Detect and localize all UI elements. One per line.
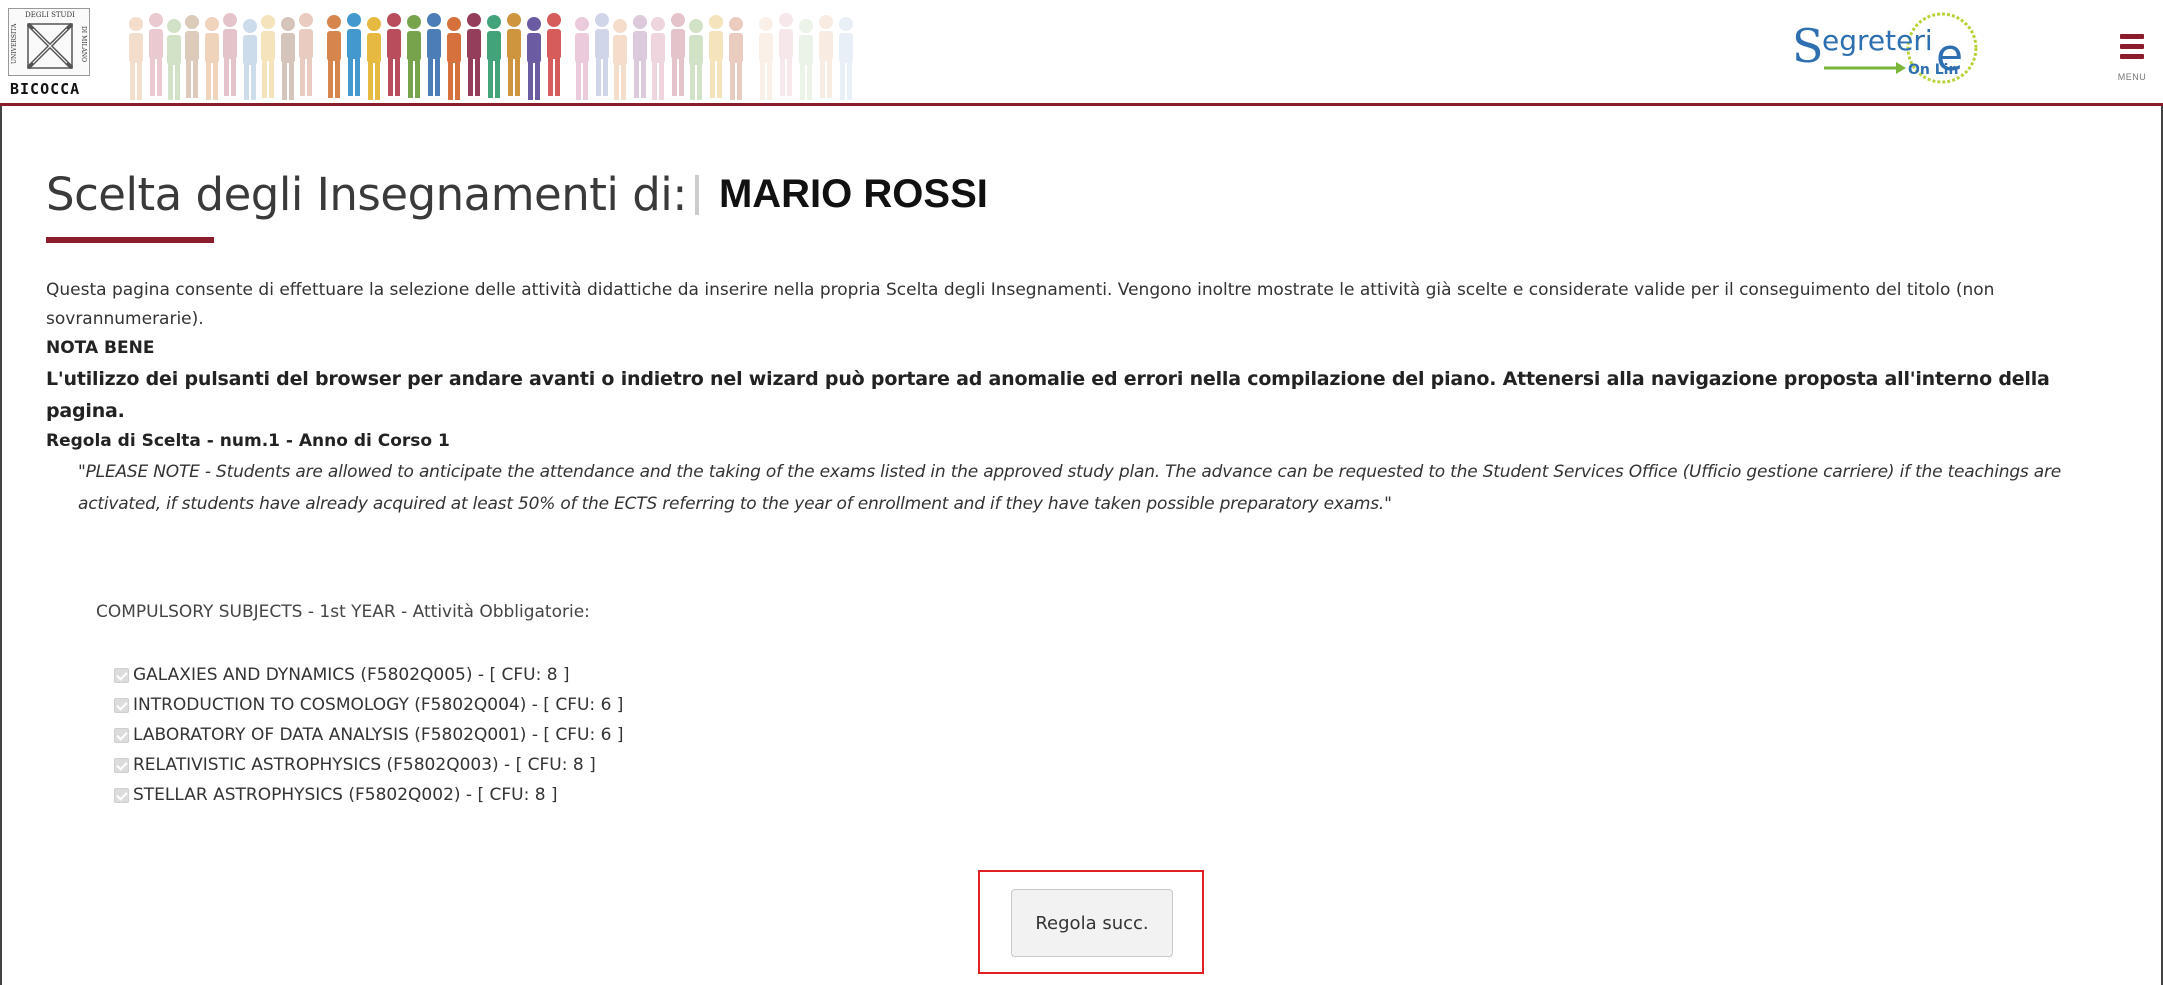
nota-bene-label: NOTA BENE [46, 338, 155, 358]
svg-text:S: S [1792, 19, 1824, 73]
course-label: INTRODUCTION TO COSMOLOGY (F5802Q004) - … [133, 695, 624, 715]
course-checkbox[interactable] [114, 757, 129, 773]
course-label: RELATIVISTIC ASTROPHYSICS (F5802Q003) - … [133, 755, 596, 775]
university-logo[interactable]: DEGLI STUDI UNIVERSITÀ DI MILANO BICOCCA [8, 8, 90, 100]
list-item: RELATIVISTIC ASTROPHYSICS (F5802Q003) - … [114, 750, 623, 780]
hamburger-icon [2120, 34, 2144, 39]
logo-emblem: DEGLI STUDI UNIVERSITÀ DI MILANO [8, 8, 90, 76]
crowd-banner-icon [129, 13, 853, 100]
rule-note: "PLEASE NOTE - Students are allowed to a… [78, 462, 2062, 514]
course-checkbox[interactable] [114, 727, 129, 743]
svg-text:egreteri: egreteri [1822, 24, 1933, 57]
nota-bene-text: L'utilizzo dei pulsanti del browser per … [46, 368, 2050, 422]
list-item: LABORATORY OF DATA ANALYSIS (F5802Q001) … [114, 720, 623, 750]
page-description: Questa pagina consente di effettuare la … [46, 276, 2126, 520]
list-item: STELLAR ASTROPHYSICS (F5802Q002) - [ CFU… [114, 780, 623, 810]
name-bracket-divider [694, 174, 699, 215]
course-label: STELLAR ASTROPHYSICS (F5802Q002) - [ CFU… [133, 785, 558, 805]
course-group-title: COMPULSORY SUBJECTS - 1st YEAR - Attivit… [96, 602, 590, 622]
logo-cross-icon [27, 23, 73, 69]
title-underline [46, 237, 214, 243]
course-checkbox[interactable] [114, 667, 129, 683]
course-checkbox[interactable] [114, 697, 129, 713]
hamburger-icon-middle [2120, 44, 2144, 49]
logo-top-text: DEGLI STUDI [25, 11, 75, 19]
logo-right-text: DI MILANO [80, 25, 87, 63]
logo-wordmark: BICOCCA [10, 80, 81, 98]
course-list: GALAXIES AND DYNAMICS (F5802Q005) - [ CF… [114, 660, 623, 810]
svg-text:On Lin: On Lin [1908, 62, 1958, 78]
page-title: Scelta degli Insegnamenti di: MARIO ROSSI [46, 168, 988, 238]
header-bar: DEGLI STUDI UNIVERSITÀ DI MILANO BICOCCA [0, 0, 2163, 106]
logo-left-text: UNIVERSITÀ [11, 23, 18, 65]
menu-label: MENU [2117, 72, 2147, 82]
student-name: MARIO ROSSI [718, 172, 988, 216]
page-title-text: Scelta degli Insegnamenti di: [46, 168, 687, 221]
course-label: GALAXIES AND DYNAMICS (F5802Q005) - [ CF… [133, 665, 570, 685]
rule-title: Regola di Scelta - num.1 - Anno di Corso… [46, 431, 450, 451]
hamburger-icon-bottom [2120, 54, 2144, 59]
list-item: INTRODUCTION TO COSMOLOGY (F5802Q004) - … [114, 690, 623, 720]
next-rule-highlight: Regola succ. [978, 870, 1204, 974]
segreterie-logo-icon: S egreteri e On Lin [1792, 12, 1978, 84]
next-rule-button[interactable]: Regola succ. [1011, 889, 1173, 957]
course-checkbox[interactable] [114, 787, 129, 803]
segreterie-online-logo[interactable]: S egreteri e On Lin [1784, 10, 1994, 100]
menu-button[interactable]: MENU [2110, 30, 2150, 90]
list-item: GALAXIES AND DYNAMICS (F5802Q005) - [ CF… [114, 660, 623, 690]
course-label: LABORATORY OF DATA ANALYSIS (F5802Q001) … [133, 725, 624, 745]
intro-text: Questa pagina consente di effettuare la … [46, 280, 1995, 329]
